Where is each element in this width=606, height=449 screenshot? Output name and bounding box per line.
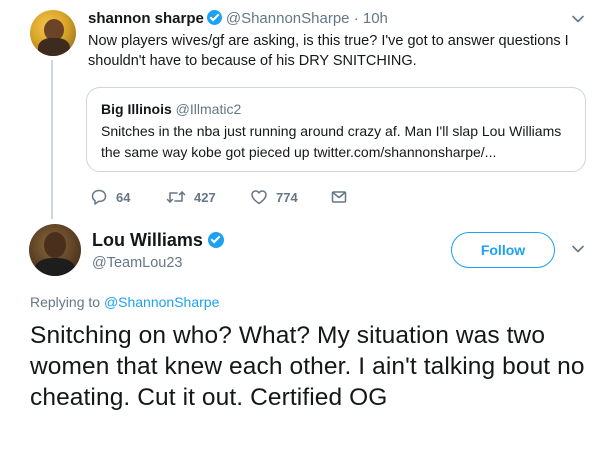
like-count: 774 xyxy=(276,189,298,205)
verified-badge-icon xyxy=(207,232,224,248)
main-author-name-row: Lou Williams xyxy=(92,229,224,251)
envelope-icon xyxy=(331,191,347,203)
replying-to-label: Replying to xyxy=(30,294,101,310)
main-author-handle[interactable]: @TeamLou23 xyxy=(92,253,183,273)
thread-connector-line xyxy=(51,60,53,219)
retweet-count: 427 xyxy=(194,189,216,205)
heart-icon xyxy=(251,190,267,205)
like-button[interactable]: 774 xyxy=(250,186,298,208)
retweet-icon xyxy=(166,191,186,203)
follow-button[interactable]: Follow xyxy=(451,232,555,268)
reply-icon xyxy=(91,189,107,205)
replying-to-link[interactable]: @ShannonSharpe xyxy=(104,294,219,310)
reply-count: 64 xyxy=(116,189,131,205)
retweet-button[interactable]: 427 xyxy=(166,186,216,208)
quoted-author-handle: @Illmatic2 xyxy=(175,101,242,117)
avatar-face xyxy=(44,232,66,258)
direct-message-button[interactable] xyxy=(330,186,348,208)
parent-author-handle[interactable]: @ShannonSharpe xyxy=(226,10,350,27)
avatar-body xyxy=(38,38,70,56)
main-author-name[interactable]: Lou Williams xyxy=(92,230,203,250)
parent-author-name[interactable]: shannon sharpe xyxy=(88,10,204,27)
parent-avatar[interactable] xyxy=(30,10,76,56)
quoted-tweet-header: Big Illinois @Illmatic2 xyxy=(101,100,241,118)
avatar-body xyxy=(35,258,75,276)
chevron-down-icon[interactable] xyxy=(571,242,585,256)
verified-badge-icon xyxy=(206,10,222,25)
header-separator: · xyxy=(353,10,359,27)
parent-tweet-text: Now players wives/gf are asking, is this… xyxy=(88,33,569,69)
chevron-down-icon[interactable] xyxy=(571,12,585,26)
parent-tweet-header: shannon sharpe @ShannonSharpe · 10h xyxy=(88,9,388,29)
quoted-author-name: Big Illinois xyxy=(101,101,172,117)
replying-to-line: Replying to @ShannonSharpe xyxy=(30,293,219,311)
quoted-tweet-card[interactable]: Big Illinois @Illmatic2 Snitches in the … xyxy=(86,87,586,172)
quoted-tweet-text: Snitches in the nba just running around … xyxy=(101,123,562,160)
main-tweet-text: Snitching on who? What? My situation was… xyxy=(30,322,585,411)
main-avatar[interactable] xyxy=(29,224,81,276)
reply-button[interactable]: 64 xyxy=(90,186,130,208)
parent-timestamp[interactable]: 10h xyxy=(363,10,388,27)
